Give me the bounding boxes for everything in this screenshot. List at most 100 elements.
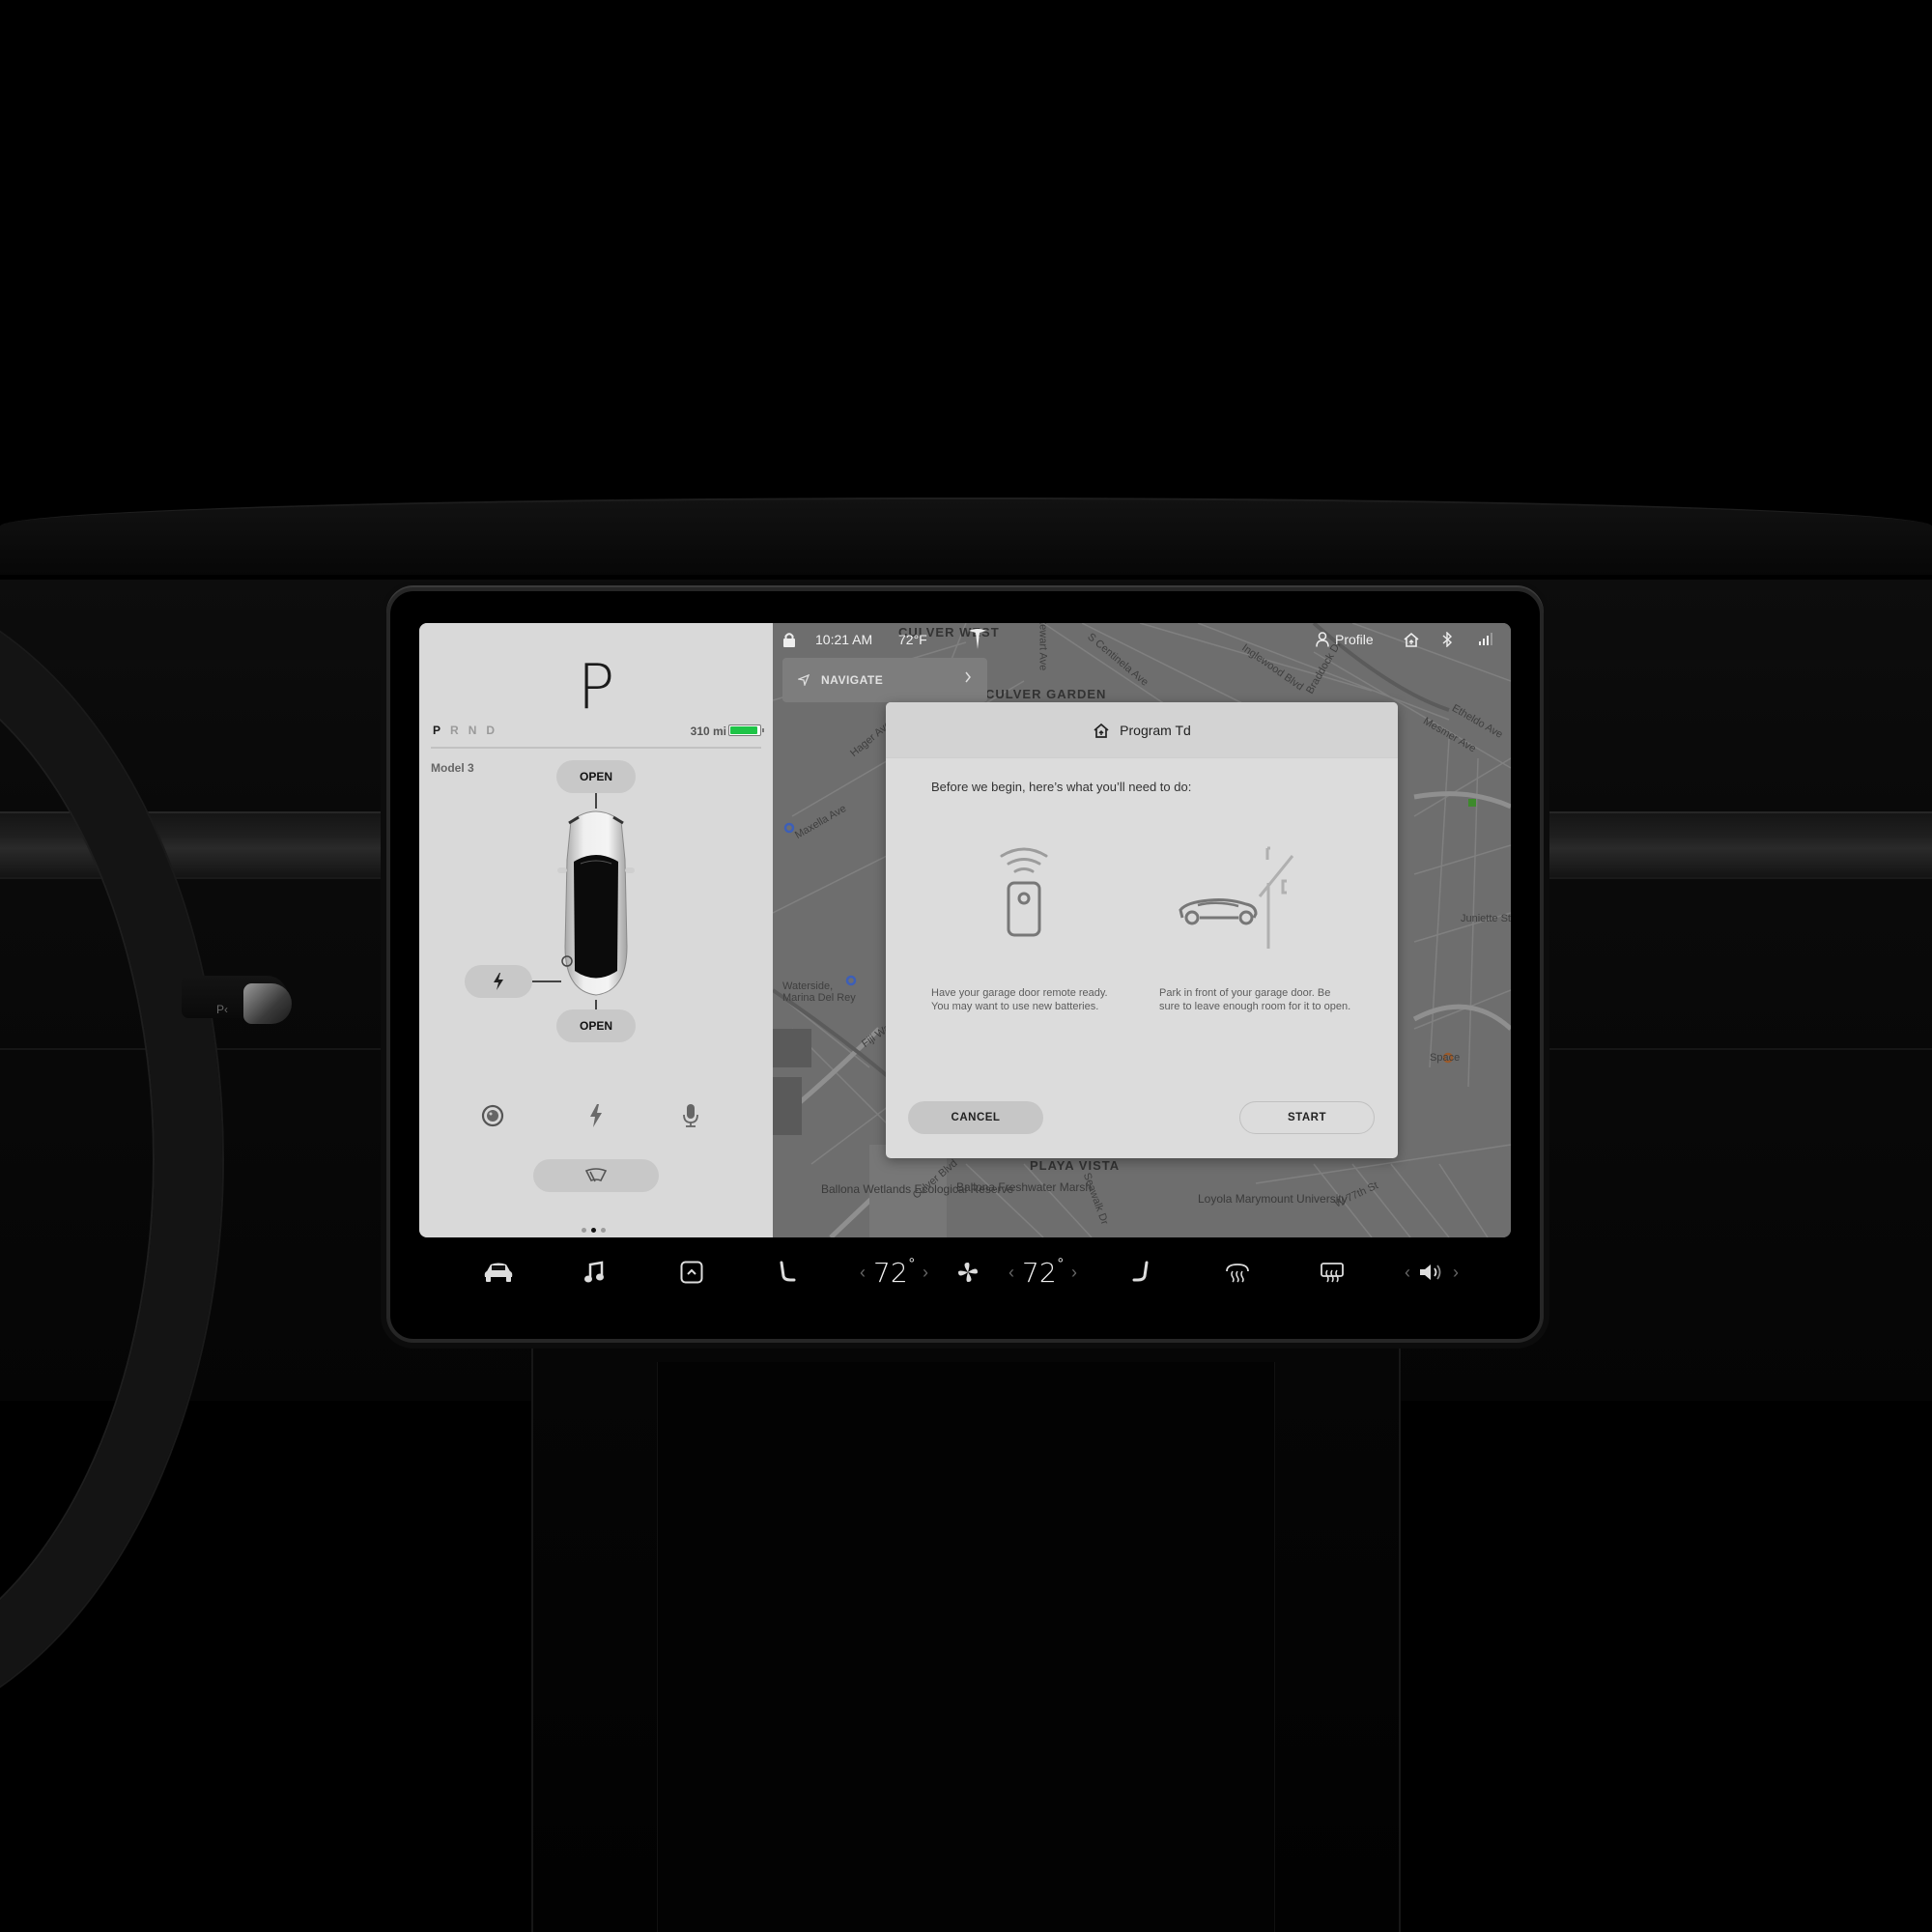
- profile-button[interactable]: Profile: [1316, 632, 1374, 647]
- driver-temperature-control: ‹ 72 ° ›: [852, 1256, 936, 1289]
- charging-button[interactable]: [582, 1101, 611, 1130]
- homelink-button[interactable]: [1403, 632, 1420, 647]
- garage-home-icon: [1404, 632, 1419, 647]
- gear-stalk-tip: [243, 983, 292, 1024]
- driver-seat-heater-button[interactable]: [777, 1258, 798, 1287]
- passenger-temp-degree: °: [1057, 1256, 1065, 1272]
- tesla-logo: [969, 629, 986, 649]
- passenger-temp-value: 72: [1022, 1256, 1057, 1289]
- page-dot[interactable]: [582, 1228, 586, 1233]
- navigate-button[interactable]: NAVIGATE: [782, 658, 987, 702]
- driver-temp-up[interactable]: ›: [923, 1263, 928, 1283]
- charge-port-connector-line: [532, 980, 561, 982]
- remote-signal-icon: [1000, 847, 1048, 937]
- lock-button[interactable]: [782, 632, 796, 647]
- vehicle-panel: P P R N D 310 mi Model 3 OPEN OPEN: [419, 623, 773, 1237]
- garage-home-icon: [1094, 723, 1109, 738]
- navigate-arrow-icon: [798, 674, 810, 686]
- bluetooth-icon: [1442, 632, 1453, 647]
- map-label-waterside: Waterside, Marina Del Rey: [782, 980, 856, 1004]
- map-label-juniette: Juniette St: [1461, 913, 1511, 924]
- map-label-playa-vista: PLAYA VISTA: [1030, 1158, 1121, 1173]
- gear-n: N: [468, 724, 477, 737]
- gear-p: P: [433, 724, 441, 737]
- voice-command-button[interactable]: [676, 1101, 705, 1130]
- gear-r: R: [450, 724, 459, 737]
- step-remote: Have your garage door remote ready. You …: [931, 833, 1124, 1012]
- cellular-signal: [1478, 632, 1493, 645]
- car-icon: [484, 1263, 513, 1282]
- dashcam-button[interactable]: [478, 1101, 507, 1130]
- signal-icon: [1479, 633, 1492, 645]
- lock-icon: [783, 633, 795, 647]
- dialog-intro: Before we begin, here’s what you’ll need…: [931, 780, 1192, 794]
- front-defrost-icon: [1226, 1264, 1249, 1283]
- cancel-button[interactable]: CANCEL: [908, 1101, 1043, 1134]
- quick-controls: [419, 1101, 773, 1130]
- microphone-icon: [683, 1104, 698, 1127]
- wiper-button[interactable]: [533, 1159, 659, 1192]
- stalk-label: P‹: [216, 1003, 228, 1016]
- dashboard-top: [0, 497, 1932, 575]
- page-dot[interactable]: [601, 1228, 606, 1233]
- app-launcher-icon: [680, 1261, 703, 1284]
- music-icon: [584, 1261, 604, 1283]
- dashcam-icon: [481, 1104, 504, 1127]
- rear-defrost-button[interactable]: [1320, 1258, 1345, 1287]
- volume-up[interactable]: ›: [1453, 1263, 1459, 1283]
- volume-icon[interactable]: [1418, 1262, 1445, 1283]
- gear-selector: P R N D: [433, 724, 495, 737]
- car-garage-icon: [1179, 846, 1294, 952]
- person-icon: [1316, 632, 1329, 647]
- rear-defrost-icon: [1321, 1263, 1344, 1283]
- dashboard-trim-right: [1544, 811, 1932, 879]
- map-label-loyola: Loyola Marymount University: [1198, 1192, 1348, 1206]
- charge-port-button[interactable]: [465, 965, 532, 998]
- battery-icon: [728, 724, 764, 736]
- open-trunk-button[interactable]: OPEN: [556, 1009, 636, 1042]
- climate-fan-button[interactable]: [956, 1258, 980, 1287]
- open-frunk-button[interactable]: OPEN: [556, 760, 636, 793]
- touchscreen: P P R N D 310 mi Model 3 OPEN OPEN CULVE…: [419, 623, 1511, 1237]
- range-readout: 310 mi: [690, 724, 726, 738]
- media-button[interactable]: [583, 1258, 605, 1287]
- bolt-icon: [590, 1104, 602, 1127]
- battery-level-fill: [730, 726, 758, 734]
- page-dot[interactable]: [591, 1228, 596, 1233]
- step-park: Park in front of your garage door. Be su…: [1159, 833, 1352, 1012]
- map-label-culver-garden: CULVER GARDEN: [985, 687, 1107, 701]
- dialog-header: Program Td: [886, 702, 1398, 758]
- chevron-right-icon: [965, 671, 971, 683]
- start-button[interactable]: START: [1239, 1101, 1375, 1134]
- dialog-title: Program Td: [1120, 722, 1191, 738]
- passenger-seat-heater-button[interactable]: [1130, 1258, 1151, 1287]
- tesla-logo-button[interactable]: [968, 628, 987, 651]
- current-gear: P: [577, 652, 615, 724]
- map-label-space: Space: [1430, 1052, 1461, 1064]
- wiper-icon: [584, 1168, 608, 1182]
- app-launcher-button[interactable]: [680, 1258, 703, 1287]
- center-console-inner: [657, 1362, 1275, 1932]
- driver-seat-heater-icon: [780, 1261, 796, 1282]
- outside-temperature: 72°F: [898, 632, 927, 647]
- map-label-ballona-wetlands: Ballona Wetlands Ecological Reserve: [821, 1182, 1014, 1196]
- driver-temp-degree: °: [908, 1256, 916, 1272]
- status-bar: 10:21 AM 72°F Profile: [773, 623, 1511, 658]
- gear-d: D: [486, 724, 496, 737]
- clock: 10:21 AM: [815, 632, 873, 647]
- passenger-temp-up[interactable]: ›: [1071, 1263, 1077, 1283]
- profile-label: Profile: [1335, 632, 1374, 647]
- car-controls-button[interactable]: [483, 1258, 514, 1287]
- volume-down[interactable]: ‹: [1405, 1263, 1410, 1283]
- fan-icon: [958, 1263, 978, 1282]
- model-name: Model 3: [431, 761, 474, 775]
- driver-temp-down[interactable]: ‹: [860, 1263, 866, 1283]
- passenger-seat-heater-icon: [1132, 1261, 1149, 1282]
- volume-control: ‹ ›: [1397, 1258, 1466, 1287]
- car-top-view-image: [557, 810, 635, 996]
- map-label-ballona-marsh: Ballona Freshwater Marsh: [956, 1180, 1093, 1194]
- front-defrost-button[interactable]: [1225, 1258, 1250, 1287]
- passenger-temp-down[interactable]: ‹: [1009, 1263, 1014, 1283]
- bolt-icon: [494, 973, 503, 990]
- bluetooth-button[interactable]: [1441, 632, 1453, 647]
